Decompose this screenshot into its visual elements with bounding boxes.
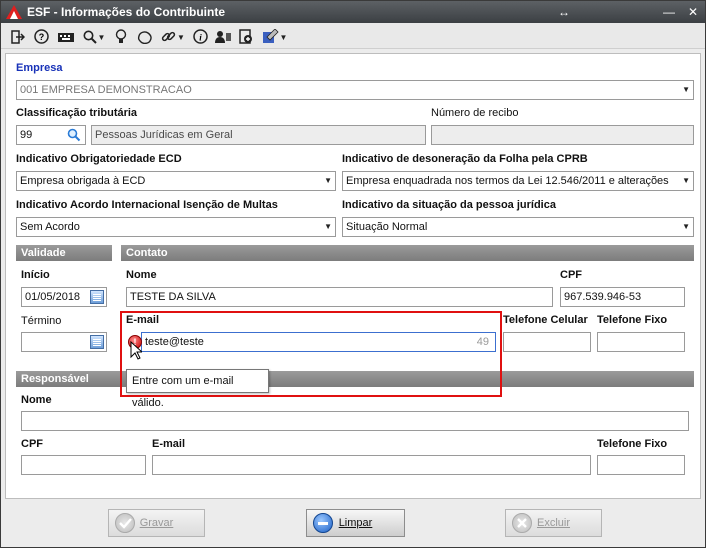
acordo-label: Indicativo Acordo Internacional Isenção … xyxy=(16,199,278,211)
lookup-search-icon[interactable] xyxy=(67,128,81,142)
responsavel-email-input[interactable] xyxy=(152,455,591,475)
mouse-cursor-icon xyxy=(130,341,142,360)
form-panel xyxy=(5,53,701,499)
classificacao-code-input[interactable]: 99 xyxy=(16,125,86,145)
empresa-label: Empresa xyxy=(16,62,63,74)
gravar-button[interactable]: Gravar xyxy=(108,509,205,537)
inicio-label: Início xyxy=(21,269,50,281)
main-window: ESF - Informações do Contribuinte ↔ — ✕ … xyxy=(0,0,706,548)
contato-cpf-label: CPF xyxy=(560,269,582,281)
svg-text:?: ? xyxy=(38,32,44,42)
contato-nome-value: TESTE DA SILVA xyxy=(130,291,216,303)
limpar-label: Limpar xyxy=(338,517,373,529)
limpar-button[interactable]: Limpar xyxy=(306,509,405,537)
contato-cpf-input[interactable]: 967.539.946-53 xyxy=(560,287,685,307)
classificacao-label: Classificação tributária xyxy=(16,107,138,119)
responsavel-fixo-label: Telefone Fixo xyxy=(597,438,668,450)
acordo-value: Sem Acordo xyxy=(20,221,80,233)
empresa-select[interactable]: 001 EMPRESA DEMONSTRACAO ▼ xyxy=(16,80,694,100)
ecd-value: Empresa obrigada à ECD xyxy=(20,175,146,187)
contato-cpf-value: 967.539.946-53 xyxy=(564,291,642,303)
check-icon xyxy=(115,513,135,533)
responsavel-cpf-input[interactable] xyxy=(21,455,146,475)
gravar-label: Gravar xyxy=(139,517,174,529)
inicio-value: 01/05/2018 xyxy=(25,291,81,303)
user-card-icon[interactable] xyxy=(213,26,233,46)
lightbulb-icon[interactable] xyxy=(112,26,130,46)
responsavel-fixo-input[interactable] xyxy=(597,455,685,475)
calendar-icon[interactable] xyxy=(90,290,104,304)
classificacao-description: Pessoas Jurídicas em Geral xyxy=(91,125,426,145)
svg-text:i: i xyxy=(199,33,202,43)
contato-header: Contato xyxy=(121,245,694,261)
classificacao-code: 99 xyxy=(20,129,33,141)
excluir-button[interactable]: Excluir xyxy=(505,509,602,537)
celular-input[interactable] xyxy=(503,332,591,352)
link-icon[interactable]: ▼ xyxy=(160,26,186,46)
delete-x-icon xyxy=(512,513,532,533)
window-title: ESF - Informações do Contribuinte xyxy=(27,5,226,19)
email-error-tooltip: Entre com um e-mail válido. xyxy=(126,369,269,409)
info-icon[interactable]: i xyxy=(191,26,209,46)
exit-icon[interactable] xyxy=(9,26,27,46)
chevron-down-icon: ▼ xyxy=(682,176,690,185)
desoneracao-label: Indicativo de desoneração da Folha pela … xyxy=(342,153,588,165)
empresa-value: 001 EMPRESA DEMONSTRACAO xyxy=(20,84,192,96)
responsavel-cpf-label: CPF xyxy=(21,438,43,450)
celular-label: Telefone Celular xyxy=(503,314,588,326)
chevron-down-icon: ▼ xyxy=(682,222,690,231)
validade-header: Validade xyxy=(16,245,112,261)
classificacao-description-text: Pessoas Jurídicas em Geral xyxy=(95,129,233,141)
responsavel-email-label: E-mail xyxy=(152,438,186,450)
restore-icon[interactable]: ↔ xyxy=(556,4,572,20)
keyboard-icon[interactable] xyxy=(56,26,76,46)
situacao-value: Situação Normal xyxy=(346,221,428,233)
settings-icon[interactable]: ▼ xyxy=(261,26,289,46)
termino-date-input[interactable] xyxy=(21,332,107,352)
search-icon[interactable]: ▼ xyxy=(81,26,107,46)
minus-circle-icon xyxy=(313,513,333,533)
map-icon[interactable] xyxy=(135,26,155,46)
acordo-select[interactable]: Sem Acordo ▼ xyxy=(16,217,336,237)
recibo-label: Número de recibo xyxy=(431,107,519,119)
toolbar: ? ▼ ▼ i ▼ xyxy=(1,23,705,49)
responsavel-nome-input[interactable] xyxy=(21,411,689,431)
contato-nome-input[interactable]: TESTE DA SILVA xyxy=(126,287,553,307)
ecd-select[interactable]: Empresa obrigada à ECD ▼ xyxy=(16,171,336,191)
contato-fixo-label: Telefone Fixo xyxy=(597,314,668,326)
recibo-field xyxy=(431,125,694,145)
termino-label: Término xyxy=(21,315,62,327)
chevron-down-icon: ▼ xyxy=(682,85,690,94)
minimize-icon[interactable]: — xyxy=(661,4,677,20)
contato-nome-label: Nome xyxy=(126,269,157,281)
add-document-icon[interactable] xyxy=(237,26,255,46)
desoneracao-value: Empresa enquadrada nos termos da Lei 12.… xyxy=(346,175,669,187)
close-icon[interactable]: ✕ xyxy=(685,4,701,20)
responsavel-nome-label: Nome xyxy=(21,394,52,406)
app-logo-icon xyxy=(6,5,22,19)
inicio-date-input[interactable]: 01/05/2018 xyxy=(21,287,107,307)
chevron-down-icon: ▼ xyxy=(324,222,332,231)
title-bar: ESF - Informações do Contribuinte ↔ — ✕ xyxy=(1,1,705,23)
help-icon[interactable]: ? xyxy=(32,26,50,46)
desoneracao-select[interactable]: Empresa enquadrada nos termos da Lei 12.… xyxy=(342,171,694,191)
calendar-icon[interactable] xyxy=(90,335,104,349)
ecd-label: Indicativo Obrigatoriedade ECD xyxy=(16,153,182,165)
situacao-select[interactable]: Situação Normal ▼ xyxy=(342,217,694,237)
excluir-label: Excluir xyxy=(536,517,570,529)
situacao-label: Indicativo da situação da pessoa jurídic… xyxy=(342,199,556,211)
contato-fixo-input[interactable] xyxy=(597,332,685,352)
chevron-down-icon: ▼ xyxy=(324,176,332,185)
